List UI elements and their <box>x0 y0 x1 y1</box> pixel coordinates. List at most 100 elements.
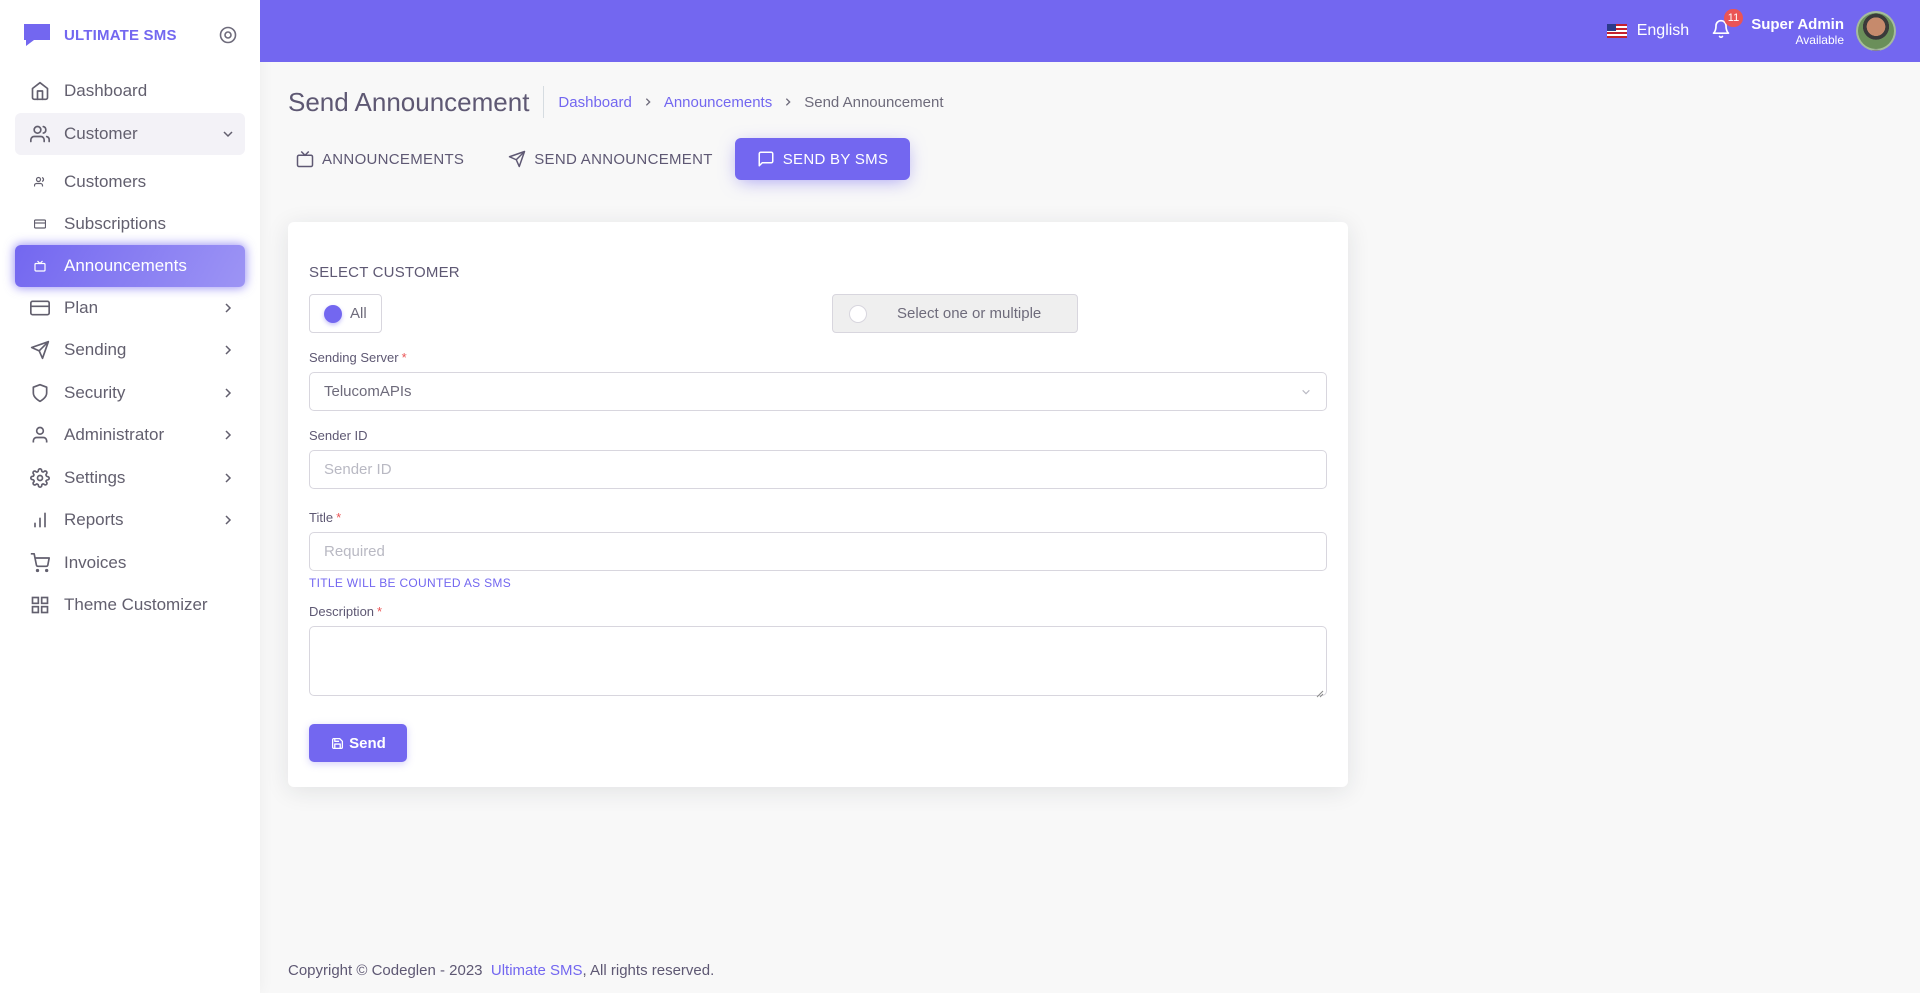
sidebar-item-invoices[interactable]: Invoices <box>15 542 245 584</box>
language-selector[interactable]: English <box>1606 22 1690 40</box>
tab-send-announcement[interactable]: SEND ANNOUNCEMENT <box>486 138 734 180</box>
sidebar-item-label: Security <box>64 382 126 402</box>
sidebar-item-label: Dashboard <box>64 81 148 100</box>
sending-server-label: Sending Server * <box>309 350 407 365</box>
sender-id-placeholder: Sender ID <box>324 461 392 478</box>
avatar[interactable] <box>1856 11 1896 51</box>
footer-link[interactable]: Ultimate SMS <box>491 962 583 979</box>
chevron-right-icon <box>221 513 235 527</box>
tv-icon <box>296 150 314 168</box>
send-sms-form-card: SELECT CUSTOMER All Select one or multip… <box>288 222 1348 787</box>
title-hint: TITLE WILL BE COUNTED AS SMS <box>309 576 511 590</box>
sidebar: ULTIMATE SMS Dashboard Customer Customer… <box>0 0 260 993</box>
sidebar-item-label: Invoices <box>64 552 127 572</box>
sending-server-value: TelucomAPIs <box>324 383 412 400</box>
send-button[interactable]: Send <box>309 724 407 762</box>
radio-unchecked-icon[interactable] <box>849 304 867 323</box>
tab-label: SEND BY SMS <box>782 150 889 168</box>
description-textarea[interactable] <box>309 626 1327 698</box>
sidebar-item-security[interactable]: Security <box>15 372 245 414</box>
sidebar-item-label: Customers <box>64 171 147 191</box>
user-icon <box>30 425 50 445</box>
sidebar-item-label: Sending <box>64 340 127 359</box>
sidebar-item-label: Reports <box>64 510 124 529</box>
sidebar-item-plan[interactable]: Plan <box>15 287 245 329</box>
us-flag-icon <box>1606 24 1627 38</box>
sidebar-item-label: Administrator <box>64 425 165 444</box>
sidebar-item-label: Theme Customizer <box>64 595 208 614</box>
notifications-button[interactable]: 11 <box>1709 9 1744 43</box>
title-label: Title * <box>309 510 342 525</box>
copyright-text: Copyright © Codeglen - 2023 <box>288 962 483 979</box>
main-content: Send Announcement Dashboard Announcement… <box>288 62 1888 787</box>
sidebar-item-dashboard[interactable]: Dashboard <box>15 70 245 112</box>
radio-multiple-label: Select one or multiple <box>897 305 1042 322</box>
sidebar-item-theme-customizer[interactable]: Theme Customizer <box>15 584 245 626</box>
tabs: ANNOUNCEMENTS SEND ANNOUNCEMENT SEND BY … <box>288 138 1888 180</box>
language-label: English <box>1636 22 1690 39</box>
brand-name[interactable]: ULTIMATE SMS <box>64 27 177 44</box>
gear-icon <box>30 467 50 488</box>
page-title: Send Announcement <box>288 86 545 118</box>
credit-card-icon <box>30 298 50 318</box>
sidebar-item-label: Settings <box>64 467 126 487</box>
radio-select-multiple[interactable]: Select one or multiple <box>832 294 1078 333</box>
chevron-right-icon <box>782 97 794 107</box>
sidebar-item-settings[interactable]: Settings <box>15 457 245 499</box>
sidebar-item-sending[interactable]: Sending <box>15 329 245 371</box>
sender-id-input[interactable]: Sender ID <box>309 450 1327 489</box>
sidebar-item-label: Announcements <box>64 255 187 275</box>
brand: ULTIMATE SMS <box>0 0 260 70</box>
radio-checked-icon[interactable] <box>324 304 342 323</box>
breadcrumb-current: Send Announcement <box>804 93 944 111</box>
grid-icon <box>30 595 50 615</box>
chevron-right-icon <box>221 386 235 400</box>
chat-logo-icon[interactable] <box>22 21 54 49</box>
send-icon <box>508 150 526 168</box>
title-placeholder: Required <box>324 543 385 560</box>
sidebar-nav: Dashboard Customer Customers Subscriptio… <box>0 70 260 626</box>
required-asterisk: * <box>336 510 342 525</box>
tab-announcements[interactable]: ANNOUNCEMENTS <box>288 138 486 180</box>
chevron-right-icon <box>221 301 235 315</box>
user-status: Available <box>1795 32 1844 47</box>
users-small-icon <box>30 172 50 192</box>
resize-handle-icon[interactable] <box>1316 685 1324 698</box>
user-menu[interactable]: Super Admin Available <box>1751 16 1844 47</box>
message-square-icon <box>757 150 775 168</box>
chevron-right-icon <box>221 343 235 357</box>
tab-label: ANNOUNCEMENTS <box>322 150 465 168</box>
sidebar-item-announcements[interactable]: Announcements <box>15 244 245 287</box>
sidebar-item-customer[interactable]: Customer <box>15 112 245 155</box>
sending-server-select[interactable]: TelucomAPIs <box>309 372 1327 411</box>
required-asterisk: * <box>401 350 407 365</box>
card-small-icon <box>30 214 50 234</box>
select-customer-label: SELECT CUSTOMER <box>309 264 460 281</box>
description-label: Description * <box>309 604 383 619</box>
page-header: Send Announcement Dashboard Announcement… <box>288 86 1888 118</box>
chevron-down-icon <box>1300 386 1312 398</box>
breadcrumb-dashboard[interactable]: Dashboard <box>558 94 631 111</box>
save-icon <box>330 736 344 750</box>
radio-all[interactable]: All <box>309 294 382 333</box>
sidebar-item-administrator[interactable]: Administrator <box>15 414 245 456</box>
user-name: Super Admin <box>1751 15 1844 33</box>
chevron-down-icon <box>221 127 235 141</box>
breadcrumb: Dashboard Announcements Send Announcemen… <box>558 94 943 111</box>
tab-label: SEND ANNOUNCEMENT <box>534 150 713 168</box>
sidebar-item-label: Plan <box>64 297 99 317</box>
sidebar-item-customers[interactable]: Customers <box>15 161 245 203</box>
tab-send-by-sms[interactable]: SEND BY SMS <box>734 138 911 180</box>
radio-all-label: All <box>350 305 367 322</box>
users-icon <box>30 124 50 144</box>
shield-icon <box>30 383 50 403</box>
collapse-toggle-icon[interactable] <box>218 25 238 45</box>
sidebar-item-reports[interactable]: Reports <box>15 499 245 541</box>
home-icon <box>30 81 50 101</box>
chevron-right-icon <box>642 97 654 107</box>
breadcrumb-announcements[interactable]: Announcements <box>664 94 772 111</box>
tv-small-icon <box>30 256 50 276</box>
title-input[interactable]: Required <box>309 532 1327 571</box>
top-navbar: English 11 Super Admin Available <box>260 0 1920 62</box>
sidebar-item-subscriptions[interactable]: Subscriptions <box>15 203 245 245</box>
